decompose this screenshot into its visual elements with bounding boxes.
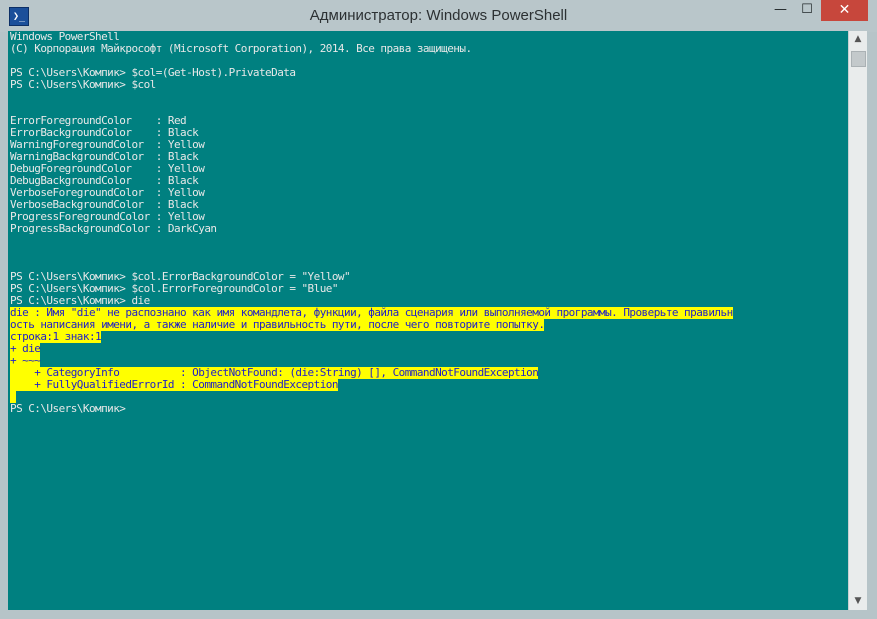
- window-frame-bottom: [0, 610, 877, 619]
- console-error-line: + FullyQualifiedErrorId : CommandNotFoun…: [10, 379, 733, 391]
- console-area[interactable]: Windows PowerShell (С) Корпорация Майкрос…: [8, 31, 848, 610]
- scroll-up-arrow-icon[interactable]: ▲: [849, 31, 867, 48]
- console-line: PS C:\Users\Компик>: [10, 403, 733, 415]
- scroll-down-arrow-icon[interactable]: ▼: [849, 593, 867, 610]
- title-bar[interactable]: ❯_ Администратор: Windows PowerShell — ☐…: [0, 0, 877, 32]
- vertical-scrollbar[interactable]: ▲ ▼: [848, 31, 867, 610]
- console-output: Windows PowerShell (С) Корпорация Майкрос…: [10, 31, 733, 415]
- console-error-line: + die: [10, 343, 733, 355]
- console-line: PS C:\Users\Компик> $col: [10, 79, 733, 91]
- minimize-button[interactable]: —: [767, 0, 794, 21]
- console-line-text: (С) Корпорация Майкрософт (Microsoft Cor…: [10, 42, 472, 55]
- console-line: (С) Корпорация Майкрософт (Microsoft Cor…: [10, 43, 733, 55]
- console-error-line: строка:1 знак:1: [10, 331, 733, 343]
- console-line-text: PS C:\Users\Компик> $col: [10, 78, 156, 91]
- console-line-text: ProgressBackgroundColor : DarkCyan: [10, 222, 217, 235]
- maximize-button[interactable]: ☐: [794, 0, 820, 21]
- console-line-text: PS C:\Users\Компик>: [10, 402, 126, 415]
- window-title: Администратор: Windows PowerShell: [309, 7, 568, 24]
- console-line-text: + FullyQualifiedErrorId : CommandNotFoun…: [10, 378, 338, 391]
- powershell-window: ❯_ Администратор: Windows PowerShell — ☐…: [0, 0, 877, 619]
- console-line: ProgressBackgroundColor : DarkCyan: [10, 223, 733, 235]
- console-error-line: ость написания имени, а также наличие и …: [10, 319, 733, 331]
- close-button[interactable]: ✕: [821, 0, 868, 21]
- scroll-thumb[interactable]: [851, 51, 866, 67]
